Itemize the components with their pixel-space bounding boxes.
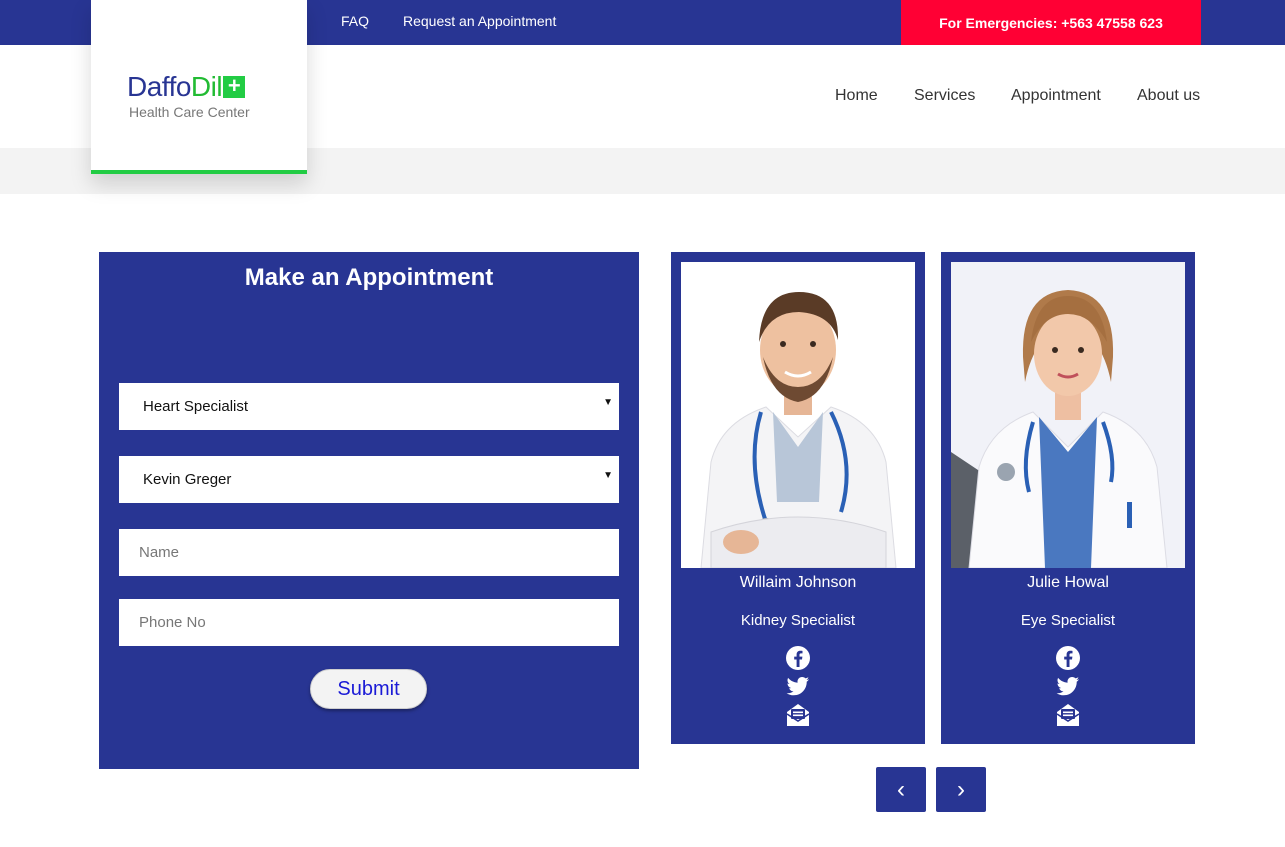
doctor-select[interactable]: Kevin Greger ▼ [119,456,619,503]
department-value: Heart Specialist [143,398,249,415]
phone-input[interactable]: Phone No [119,599,619,646]
logo[interactable]: DaffoDil + Health Care Center [91,0,307,174]
faq-link[interactable]: FAQ [341,13,369,29]
emergency-banner: For Emergencies: +563 47558 623 [901,0,1201,45]
mail-icon[interactable] [785,702,811,728]
appointment-title: Make an Appointment [244,264,494,291]
facebook-icon[interactable] [1055,645,1081,671]
doctor-specialty: Kidney Specialist [740,612,856,629]
nav-home[interactable]: Home [835,87,878,105]
request-appointment-link[interactable]: Request an Appointment [403,13,556,29]
caret-down-icon: ▼ [603,470,613,481]
carousel-next-button[interactable]: › [936,767,986,812]
emergency-text: For Emergencies: +563 47558 623 [939,14,1163,31]
doctor-photo [951,262,1185,568]
nav-about-us[interactable]: About us [1137,87,1200,105]
name-input[interactable]: Name [119,529,619,576]
facebook-icon[interactable] [785,645,811,671]
doctor-value: Kevin Greger [143,471,232,488]
chevron-left-icon: ‹ [897,775,905,803]
nav-services[interactable]: Services [914,87,975,105]
phone-placeholder: Phone No [139,614,206,631]
department-select[interactable]: Heart Specialist ▼ [119,383,619,430]
nav-appointment[interactable]: Appointment [1011,87,1101,105]
doctor-card: Julie Howal Eye Specialist [941,252,1195,744]
twitter-icon[interactable] [785,673,811,699]
name-placeholder: Name [139,544,180,561]
plus-icon: + [223,75,246,98]
doctor-photo [681,262,915,568]
doctor-card: Willaim Johnson Kidney Specialist [671,252,925,744]
logo-part1: Daffo [127,71,191,102]
twitter-icon[interactable] [1055,673,1081,699]
chevron-right-icon: › [957,775,965,803]
logo-part2: Dil [190,71,223,102]
logo-subtitle: Health Care Center [129,104,250,120]
mail-icon[interactable] [1055,702,1081,728]
doctor-specialty: Eye Specialist [1020,612,1116,629]
doctor-name: Willaim Johnson [739,574,857,591]
submit-button[interactable]: Submit [310,669,427,709]
caret-down-icon: ▼ [603,397,613,408]
carousel-prev-button[interactable]: ‹ [876,767,926,812]
logo-title: DaffoDil + [127,71,246,103]
doctor-name: Julie Howal [1027,574,1109,591]
appointment-form: Make an Appointment Heart Specialist ▼ K… [99,252,639,769]
